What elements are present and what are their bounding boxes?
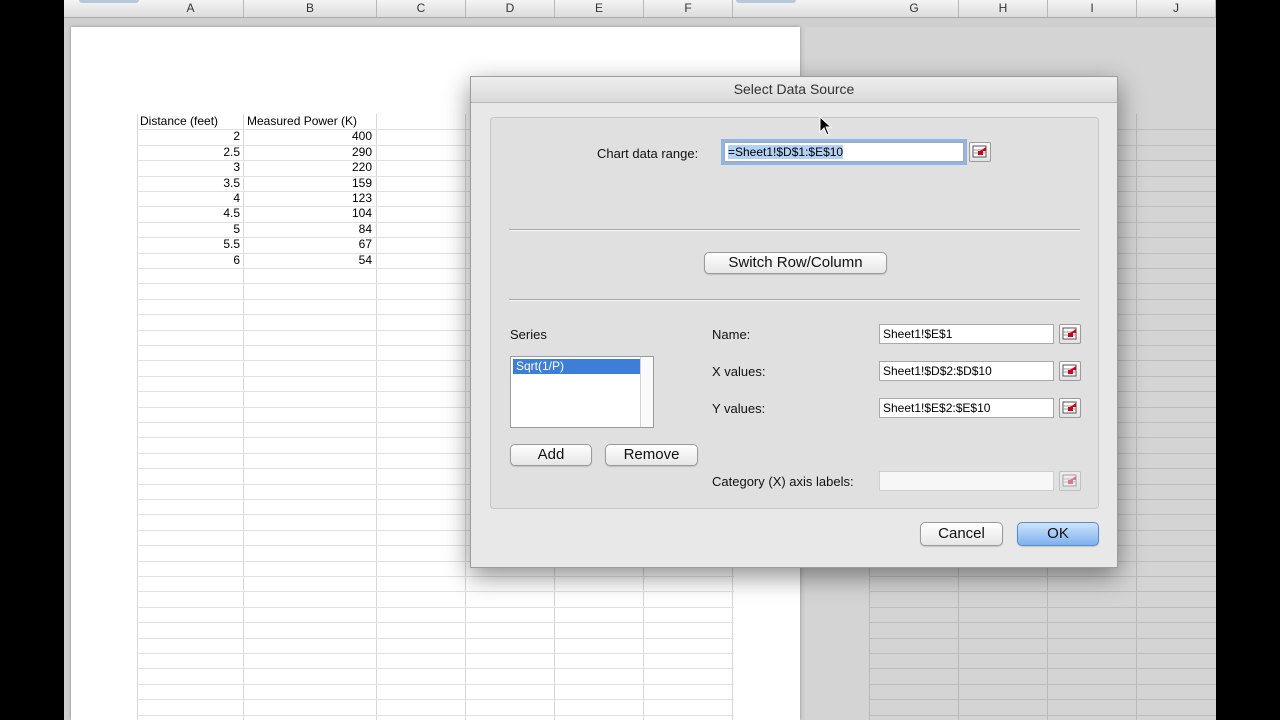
y-values-label: Y values:: [712, 401, 766, 416]
column-header-g[interactable]: G: [870, 0, 959, 17]
dialog-title: Select Data Source: [471, 77, 1117, 103]
header-measured-power[interactable]: Measured Power (K): [247, 114, 357, 129]
series-listbox[interactable]: Sqrt(1/P): [510, 356, 654, 428]
power-cell[interactable]: 54: [359, 253, 372, 268]
mouse-pointer-icon: [819, 116, 833, 136]
power-cell[interactable]: 123: [352, 191, 372, 206]
dialog-panel: Chart data range: =Sheet1!$D$1:$E$10 Swi…: [490, 117, 1099, 509]
range-picker-icon: [1062, 474, 1077, 487]
distance-cell[interactable]: 5.5: [223, 237, 240, 252]
power-cell[interactable]: 290: [352, 145, 372, 160]
series-scrollbar[interactable]: [640, 357, 653, 427]
distance-cell[interactable]: 2.5: [223, 145, 240, 160]
table-row: 5.5 67: [137, 237, 376, 252]
select-data-source-dialog: Select Data Source Chart data range: =Sh…: [470, 76, 1118, 568]
y-values-picker-button[interactable]: [1059, 398, 1081, 418]
column-header-j[interactable]: J: [1137, 0, 1216, 17]
category-axis-labels-input[interactable]: [879, 471, 1054, 491]
y-values-input[interactable]: Sheet1!$E$2:$E$10: [879, 398, 1054, 418]
table-row: 2 400: [137, 129, 376, 144]
column-header-i[interactable]: I: [1048, 0, 1137, 17]
power-cell[interactable]: 159: [352, 176, 372, 191]
column-header-f[interactable]: F: [644, 0, 733, 17]
cancel-button[interactable]: Cancel: [920, 522, 1003, 546]
ok-button[interactable]: OK: [1017, 522, 1099, 546]
excel-workspace: A B C D E F G H I J Distance (feet) Meas…: [64, 0, 1216, 720]
power-cell[interactable]: 104: [352, 206, 372, 221]
table-row: 4.5 104: [137, 206, 376, 221]
chart-data-range-label: Chart data range:: [597, 146, 699, 161]
distance-cell[interactable]: 4: [233, 191, 240, 206]
table-row: 5 84: [137, 222, 376, 237]
range-picker-icon: [1062, 364, 1077, 377]
name-label: Name:: [712, 327, 751, 342]
column-header-d[interactable]: D: [466, 0, 555, 17]
switch-row-column-button[interactable]: Switch Row/Column: [704, 252, 887, 274]
series-label: Series: [510, 327, 547, 342]
x-values-input[interactable]: Sheet1!$D$2:$D$10: [879, 361, 1054, 381]
range-picker-icon: [972, 145, 987, 158]
series-item-sqrt[interactable]: Sqrt(1/P): [513, 359, 641, 374]
range-picker-icon: [1062, 327, 1077, 340]
remove-series-button[interactable]: Remove: [605, 444, 698, 466]
name-picker-button[interactable]: [1059, 324, 1081, 344]
x-values-label: X values:: [712, 364, 766, 379]
table-row: 4 123: [137, 191, 376, 206]
header-distance[interactable]: Distance (feet): [140, 114, 218, 129]
name-input[interactable]: Sheet1!$E$1: [879, 324, 1054, 344]
column-header-b[interactable]: B: [244, 0, 377, 17]
category-axis-labels-picker-button[interactable]: [1059, 471, 1081, 491]
header-row: Distance (feet) Measured Power (K): [137, 114, 376, 129]
column-header-h[interactable]: H: [959, 0, 1048, 17]
table-row: 3.5 159: [137, 176, 376, 191]
add-series-button[interactable]: Add: [510, 444, 592, 466]
power-cell[interactable]: 220: [352, 160, 372, 175]
distance-cell[interactable]: 6: [233, 253, 240, 268]
table-row: 2.5 290: [137, 145, 376, 160]
distance-cell[interactable]: 4.5: [223, 206, 240, 221]
distance-cell[interactable]: 3.5: [223, 176, 240, 191]
x-values-picker-button[interactable]: [1059, 361, 1081, 381]
range-picker-icon: [1062, 401, 1077, 414]
distance-cell[interactable]: 3: [233, 160, 240, 175]
chart-data-range-input[interactable]: =Sheet1!$D$1:$E$10: [724, 142, 964, 162]
power-cell[interactable]: 400: [352, 129, 372, 144]
column-header-a[interactable]: A: [138, 0, 244, 17]
table-row: 6 54: [137, 253, 376, 268]
chart-data-range-value: =Sheet1!$D$1:$E$10: [728, 145, 844, 159]
distance-cell[interactable]: 5: [233, 222, 240, 237]
distance-cell[interactable]: 2: [233, 129, 240, 144]
separator-bottom: [509, 299, 1080, 301]
column-header-e[interactable]: E: [555, 0, 644, 17]
power-cell[interactable]: 67: [359, 237, 372, 252]
chart-data-range-picker-button[interactable]: [969, 142, 991, 162]
table-row: 3 220: [137, 160, 376, 175]
category-axis-labels-label: Category (X) axis labels:: [712, 474, 854, 489]
column-header-c[interactable]: C: [377, 0, 466, 17]
separator-top: [509, 229, 1080, 231]
column-header-bar: A B C D E F G H I J: [64, 0, 1216, 18]
power-cell[interactable]: 84: [359, 222, 372, 237]
